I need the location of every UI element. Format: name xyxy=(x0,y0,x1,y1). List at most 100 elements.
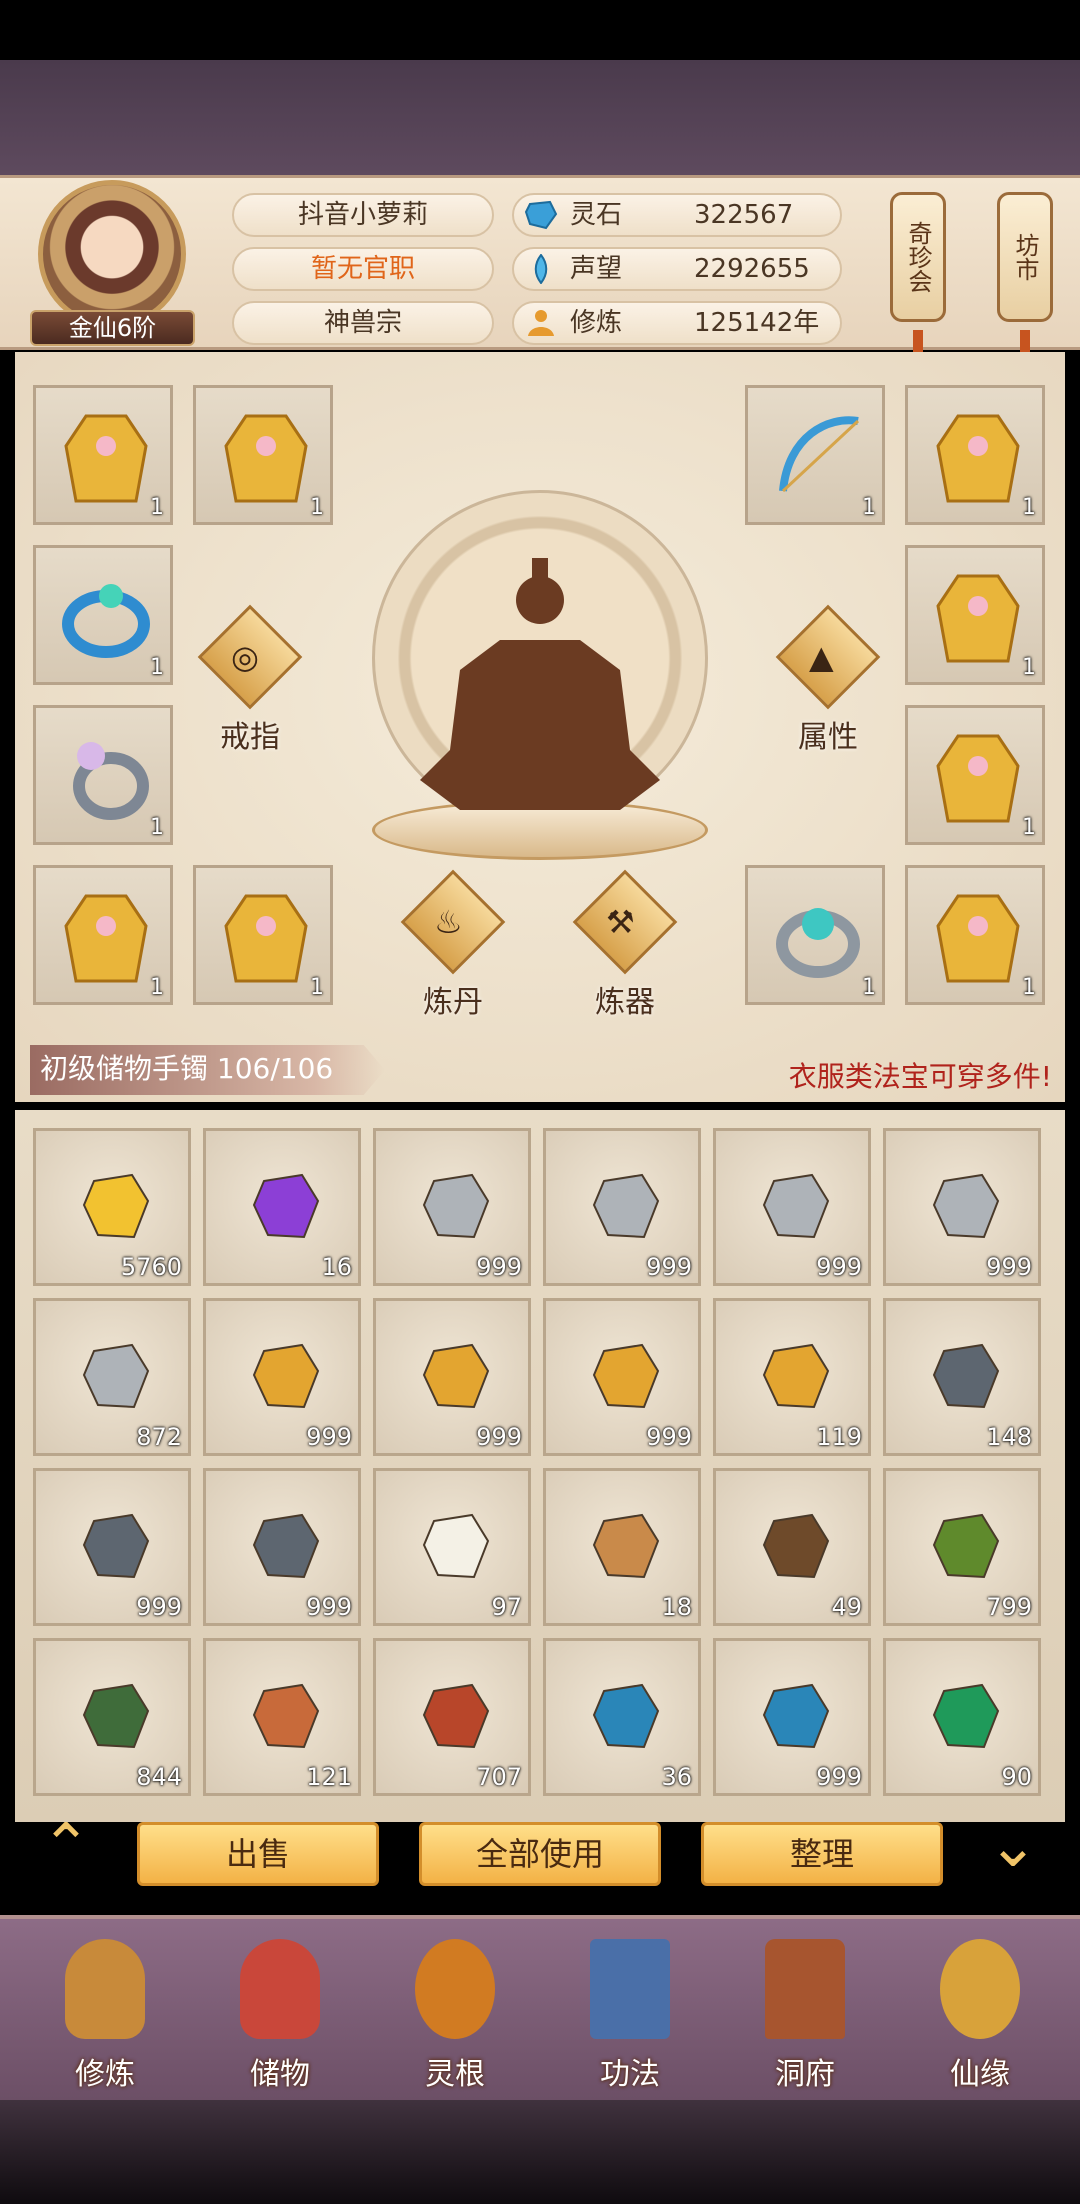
bag-item-slot[interactable]: 5760 xyxy=(33,1128,191,1286)
robe-icon xyxy=(224,894,308,983)
sort-button[interactable]: 整理 xyxy=(701,1822,943,1886)
bag-item-slot[interactable]: 999 xyxy=(883,1128,1041,1286)
nav-fate[interactable]: 仙缘 xyxy=(905,1919,1055,2104)
slot-count: 1 xyxy=(150,975,164,1000)
bag-item-slot[interactable]: 999 xyxy=(543,1298,701,1456)
forge-button-label: 炼器 xyxy=(595,985,655,1020)
item-count: 5760 xyxy=(120,1253,182,1281)
bag-item-slot[interactable]: 999 xyxy=(373,1298,531,1456)
bag-note: 衣服类法宝可穿多件! xyxy=(788,1060,1052,1093)
bag-item-slot[interactable]: 999 xyxy=(203,1468,361,1626)
bag-item-slot[interactable]: 999 xyxy=(33,1468,191,1626)
gold-talisman-icon xyxy=(82,1173,150,1239)
jade-ring-icon xyxy=(62,584,150,658)
bag-item-slot[interactable]: 799 xyxy=(883,1468,1041,1626)
green-crystal-icon xyxy=(932,1683,1000,1749)
nav-techniques[interactable]: 功法 xyxy=(555,1919,705,2104)
equip-slot[interactable]: 1 xyxy=(905,545,1045,685)
bag-item-slot[interactable]: 999 xyxy=(713,1638,871,1796)
nav-spirit-root[interactable]: 灵根 xyxy=(380,1919,530,2104)
bag-item-slot[interactable]: 999 xyxy=(373,1128,531,1286)
item-count: 999 xyxy=(816,1253,862,1281)
sell-button[interactable]: 出售 xyxy=(137,1822,379,1886)
equip-slot[interactable]: 1 xyxy=(33,865,173,1005)
bag-item-slot[interactable]: 36 xyxy=(543,1638,701,1796)
equip-slot[interactable]: 1 xyxy=(193,385,333,525)
rare-shop-button[interactable]: 奇珍会 xyxy=(890,192,946,322)
bag-item-slot[interactable]: 872 xyxy=(33,1298,191,1456)
storage-bag-nav-icon xyxy=(240,1939,320,2039)
page-down-arrow-icon[interactable]: ⌄ xyxy=(975,1816,1051,1876)
alchemy-button-label: 炼丹 xyxy=(423,985,483,1020)
attribute-button-label: 属性 xyxy=(798,720,858,755)
bag-item-slot[interactable]: 707 xyxy=(373,1638,531,1796)
pearl-ring-icon xyxy=(73,742,149,820)
equip-slot[interactable]: 1 xyxy=(905,865,1045,1005)
equip-slot[interactable]: 1 xyxy=(745,865,885,1005)
ginseng-icon xyxy=(592,1513,660,1579)
slot-count: 1 xyxy=(310,495,324,520)
slot-count: 1 xyxy=(1022,815,1036,840)
nav-cultivate[interactable]: 修炼 xyxy=(30,1919,180,2104)
blue-crystal-icon xyxy=(592,1683,660,1749)
cave-mansion-nav-icon xyxy=(765,1939,845,2039)
gold-ore-icon xyxy=(252,1343,320,1409)
robe-icon xyxy=(64,414,148,503)
bag-item-slot[interactable]: 999 xyxy=(713,1128,871,1286)
robe-icon xyxy=(224,414,308,503)
attribute-button[interactable]: ▲ 属性 xyxy=(773,604,883,760)
equip-slot[interactable]: 1 xyxy=(905,705,1045,845)
bow-icon xyxy=(779,416,860,493)
stat-spirit-stone: 灵石 322567 xyxy=(512,193,842,237)
stat-value: 125142年 xyxy=(694,308,820,338)
bag-item-slot[interactable]: 999 xyxy=(203,1298,361,1456)
forge-button[interactable]: ⚒ 炼器 xyxy=(570,869,680,1025)
equip-slot[interactable]: 1 xyxy=(193,865,333,1005)
red-berry-herb-icon xyxy=(932,1513,1000,1579)
equip-slot[interactable]: 1 xyxy=(33,545,173,685)
bag-item-slot[interactable]: 18 xyxy=(543,1468,701,1626)
item-count: 18 xyxy=(661,1593,692,1621)
bag-item-slot[interactable]: 999 xyxy=(543,1128,701,1286)
bag-panel: 5760 16 999 999 999 999 872 999 999 999 119 148 999 9… xyxy=(15,1110,1065,1822)
bag-item-slot[interactable]: 844 xyxy=(33,1638,191,1796)
page-up-arrow-icon[interactable]: ⌃ xyxy=(28,1816,104,1876)
item-count: 844 xyxy=(136,1763,182,1791)
top-decor-band xyxy=(0,60,1080,175)
bag-item-slot[interactable]: 97 xyxy=(373,1468,531,1626)
bag-item-slot[interactable]: 148 xyxy=(883,1298,1041,1456)
slot-count: 1 xyxy=(150,655,164,680)
use-all-button[interactable]: 全部使用 xyxy=(419,1822,661,1886)
player-avatar[interactable]: 金仙6阶 xyxy=(30,180,195,346)
bag-item-slot[interactable]: 49 xyxy=(713,1468,871,1626)
robe-icon xyxy=(936,414,1020,503)
nav-label: 储物 xyxy=(250,2057,310,2092)
bag-item-slot[interactable]: 121 xyxy=(203,1638,361,1796)
cultivation-icon xyxy=(528,310,554,336)
bottom-decor xyxy=(0,2100,1080,2204)
alchemy-button[interactable]: ♨ 炼丹 xyxy=(398,869,508,1025)
item-count: 999 xyxy=(986,1253,1032,1281)
spirit-stone-icon xyxy=(524,200,558,230)
bag-grid: 5760 16 999 999 999 999 872 999 999 999 119 148 999 9… xyxy=(33,1128,1063,1808)
robe-icon xyxy=(936,734,1020,823)
nav-cave-mansion[interactable]: 洞府 xyxy=(730,1919,880,2104)
player-sect: 神兽宗 xyxy=(232,301,494,345)
equip-slot[interactable]: 1 xyxy=(745,385,885,525)
nav-storage[interactable]: 储物 xyxy=(205,1919,355,2104)
bag-item-slot[interactable]: 16 xyxy=(203,1128,361,1286)
gold-ore-icon xyxy=(592,1343,660,1409)
stat-value: 322567 xyxy=(694,200,794,230)
item-count: 999 xyxy=(646,1423,692,1451)
bag-item-slot[interactable]: 119 xyxy=(713,1298,871,1456)
market-button[interactable]: 坊市 xyxy=(997,192,1053,322)
anvil-icon: ⚒ xyxy=(606,903,635,941)
silver-ore-icon xyxy=(592,1173,660,1239)
equip-slot[interactable]: 1 xyxy=(33,385,173,525)
cultivate-nav-icon xyxy=(65,1939,145,2039)
equip-slot[interactable]: 1 xyxy=(905,385,1045,525)
ring-button[interactable]: ◎ 戒指 xyxy=(195,604,305,760)
equip-slot[interactable]: 1 xyxy=(33,705,173,845)
robe-icon xyxy=(936,574,1020,663)
bag-item-slot[interactable]: 90 xyxy=(883,1638,1041,1796)
